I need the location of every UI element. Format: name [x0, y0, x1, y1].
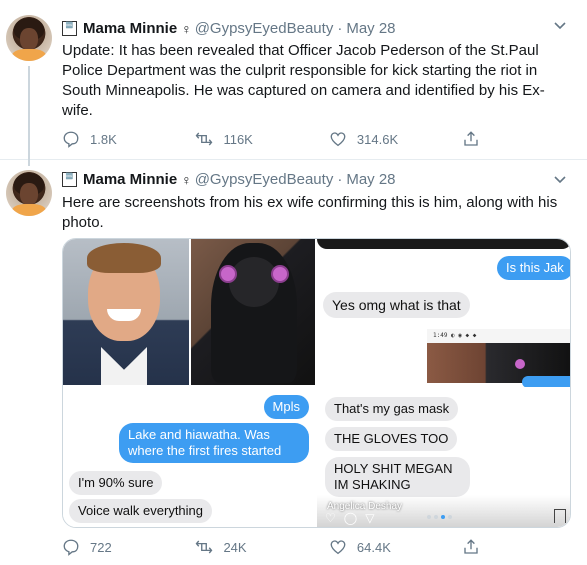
- tweet-actions: 722 24K 64.4K: [62, 538, 492, 556]
- chat-bubble-sent: Mpls: [263, 395, 309, 419]
- chat-screenshot-right[interactable]: Is this Jak Yes omg what is that 1:49 ◐ …: [317, 239, 570, 527]
- status-bar: 1:49 ◐ ◉ ◆ ◆: [427, 329, 570, 343]
- share-button[interactable]: [462, 130, 492, 148]
- tweet-date[interactable]: May 28: [346, 171, 395, 188]
- caret-down-icon[interactable]: [553, 18, 567, 32]
- thread-line: [28, 66, 30, 166]
- reply-count: 1.8K: [90, 131, 117, 147]
- avatar[interactable]: [6, 170, 52, 216]
- user-handle[interactable]: @GypsyEyedBeauty: [195, 171, 334, 188]
- bookmark-icon: [554, 509, 566, 523]
- like-button[interactable]: 64.4K: [329, 538, 462, 556]
- like-count: 314.6K: [356, 131, 399, 147]
- chat-bubble-received: Yes omg what is that: [323, 292, 470, 318]
- retweet-icon: [196, 132, 213, 146]
- like-count: 64.4K: [356, 539, 391, 555]
- tweet[interactable]: 🆒 Mama Minnie ♀ @GypsyEyedBeauty · May 2…: [0, 160, 587, 565]
- send-outline-icon: ▽: [365, 511, 375, 525]
- chat-bubble-received: Voice walk everything: [69, 499, 213, 523]
- tweet-header: 🆒 Mama Minnie ♀ @GypsyEyedBeauty · May 2…: [62, 171, 396, 188]
- heart-outline-icon: ♡: [325, 511, 336, 525]
- gas-mask-photo[interactable]: [191, 239, 315, 385]
- gender-symbol: ♀: [181, 20, 192, 37]
- display-name[interactable]: Mama Minnie: [83, 171, 177, 188]
- tweet[interactable]: 🆒 Mama Minnie ♀ @GypsyEyedBeauty · May 2…: [0, 0, 587, 166]
- user-handle[interactable]: @GypsyEyedBeauty: [195, 20, 334, 37]
- separator-dot: ·: [337, 20, 343, 37]
- reply-button[interactable]: 722: [62, 538, 195, 556]
- reply-icon: [63, 131, 79, 148]
- chat-bubble-received: That's my gas mask: [325, 397, 459, 421]
- tweet-actions: 1.8K 116K 314.6K: [62, 130, 492, 148]
- share-button[interactable]: [462, 538, 492, 556]
- display-name[interactable]: Mama Minnie: [83, 20, 177, 37]
- embedded-post-icons: ♡ ◯ ▽: [325, 511, 374, 525]
- share-icon: [464, 131, 479, 146]
- avatar[interactable]: [6, 15, 52, 61]
- like-button[interactable]: 314.6K: [329, 130, 462, 148]
- reply-button[interactable]: 1.8K: [62, 130, 195, 148]
- embedded-screenshot: 1:49 ◐ ◉ ◆ ◆: [427, 329, 570, 383]
- officer-photo[interactable]: [63, 239, 189, 385]
- like-icon: [330, 132, 346, 147]
- retweet-button[interactable]: 116K: [195, 130, 328, 148]
- reply-icon: [63, 539, 79, 556]
- carousel-dots: [427, 515, 452, 519]
- caret-down-icon[interactable]: [553, 172, 567, 186]
- tweet-header: 🆒 Mama Minnie ♀ @GypsyEyedBeauty · May 2…: [62, 20, 396, 37]
- reply-count: 722: [90, 539, 112, 555]
- chat-bubble-sent: Lake and hiawatha. Was where the first f…: [119, 423, 309, 463]
- retweet-count: 116K: [223, 131, 253, 147]
- cool-emoji-icon: 🆒: [62, 21, 77, 36]
- chat-bubble-received: HOLY SHIT MEGAN IM SHAKING: [325, 457, 470, 497]
- cool-emoji-icon: 🆒: [62, 172, 77, 187]
- tweet-text: Here are screenshots from his ex wife co…: [62, 194, 558, 231]
- comment-outline-icon: ◯: [343, 511, 358, 525]
- share-icon: [464, 539, 479, 554]
- chat-lower-section: That's my gas mask THE GLOVES TOO HOLY S…: [317, 387, 570, 527]
- media-grid: Mpls Lake and hiawatha. Was where the fi…: [62, 238, 571, 528]
- gender-symbol: ♀: [181, 171, 192, 188]
- tweet-date[interactable]: May 28: [346, 20, 395, 37]
- retweet-button[interactable]: 24K: [195, 538, 328, 556]
- retweet-count: 24K: [223, 539, 247, 555]
- retweet-icon: [196, 540, 213, 554]
- separator-dot: ·: [337, 171, 343, 188]
- chat-bubble-sent: Is this Jak: [497, 256, 570, 280]
- tweet-text: Update: It has been revealed that Office…: [62, 42, 545, 119]
- chat-screenshot-left[interactable]: Mpls Lake and hiawatha. Was where the fi…: [63, 387, 315, 527]
- chat-bubble-received: THE GLOVES TOO: [325, 427, 458, 451]
- screenshot-top-bar: [317, 239, 570, 249]
- chat-bubble-received: I'm 90% sure: [69, 471, 163, 495]
- like-icon: [330, 540, 346, 555]
